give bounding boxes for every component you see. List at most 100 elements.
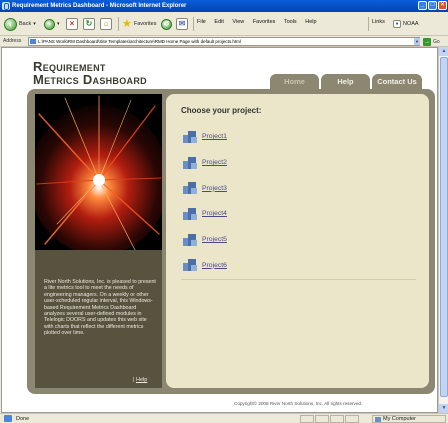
menu-favorites[interactable]: Favorites	[253, 19, 276, 25]
menu-help[interactable]: Help	[305, 19, 316, 25]
site-title-line2: Metrics Dashboard	[33, 72, 147, 87]
globe-icon: ●	[393, 20, 401, 28]
history-icon: ↺	[161, 18, 172, 30]
address-dropdown-button[interactable]: ▼	[414, 38, 420, 45]
toolbar-divider	[118, 17, 119, 31]
divider	[181, 279, 416, 280]
back-label: Back	[19, 21, 32, 27]
tab-home[interactable]: Home	[270, 74, 319, 89]
status-panes	[300, 415, 359, 423]
list-item: Project1	[183, 124, 227, 150]
window-controls: _ □ ×	[418, 1, 447, 10]
history-button[interactable]: ↺	[161, 16, 172, 32]
stop-button[interactable]: ×	[66, 16, 78, 32]
refresh-icon: ↻	[83, 18, 95, 30]
address-url: L:\PANS Work\RM Dashboard\Site Templates…	[38, 39, 241, 44]
forward-arrow-icon: ›	[44, 18, 55, 30]
list-item: Project6	[183, 252, 227, 278]
zone-label: My Computer	[383, 416, 417, 422]
left-column: River North Solutions, Inc. is pleased t…	[35, 94, 162, 388]
address-bar: Address L:\PANS Work\RM Dashboard\Site T…	[0, 36, 448, 47]
status-pane	[300, 415, 314, 423]
menu-view[interactable]: View	[232, 19, 244, 25]
project-link-2[interactable]: Project2	[202, 159, 227, 166]
site-nav-tabs: Home Help Contact Us	[270, 74, 422, 89]
project-icon	[183, 156, 197, 169]
menu-edit[interactable]: Edit	[214, 19, 223, 25]
status-pane	[315, 415, 329, 423]
home-icon: ⌂	[100, 18, 112, 30]
intro-text: River North Solutions, Inc. is pleased t…	[44, 279, 156, 337]
project-link-6[interactable]: Project6	[202, 262, 227, 269]
project-list: Project1 Project2 Project3 Project4 Proj…	[183, 124, 227, 278]
status-bar: Done My Computer	[0, 413, 448, 423]
list-item: Project2	[183, 150, 227, 176]
forward-button[interactable]: › ▾	[44, 16, 60, 32]
scrollbar-thumb[interactable]	[440, 57, 448, 397]
mail-button[interactable]: ✉	[176, 16, 188, 32]
project-icon	[183, 207, 197, 220]
project-link-1[interactable]: Project1	[202, 133, 227, 140]
noaa-link[interactable]: ● NOAA	[393, 16, 419, 32]
security-zone: My Computer	[372, 415, 446, 423]
status-pane	[330, 415, 344, 423]
project-icon	[183, 182, 197, 195]
menu-tools[interactable]: Tools	[284, 19, 297, 25]
project-icon	[183, 130, 197, 143]
list-item: Project5	[183, 227, 227, 253]
browser-toolbar: ‹ Back ▾ › ▾ × ↻ ⌂ ★ Favorites ↺ ✉ File …	[0, 12, 448, 36]
go-button[interactable]: → Go	[423, 37, 445, 46]
toolbar-divider	[193, 17, 194, 31]
address-label: Address	[3, 38, 22, 44]
left-help-link[interactable]: Help	[136, 377, 147, 383]
computer-icon	[375, 417, 381, 422]
page-done-icon	[4, 415, 12, 422]
home-button[interactable]: ⌂	[100, 16, 112, 32]
status-text: Done	[16, 416, 30, 422]
browser-window: Requirement Metrics Dashboard - Microsof…	[0, 0, 448, 423]
chevron-down-icon: ▾	[57, 21, 60, 27]
favorites-button[interactable]: ★ Favorites	[122, 16, 157, 32]
go-arrow-icon: →	[423, 37, 431, 46]
close-button[interactable]: ×	[438, 1, 447, 10]
site-title: Requirement Metrics Dashboard	[33, 60, 147, 86]
project-link-4[interactable]: Project4	[202, 210, 227, 217]
back-arrow-icon: ‹	[4, 17, 17, 31]
tab-help[interactable]: Help	[321, 74, 370, 89]
chevron-down-icon: ▾	[33, 21, 36, 27]
links-bar: Links	[372, 19, 392, 25]
favorites-label: Favorites	[133, 21, 157, 27]
vertical-scrollbar[interactable]: ▲ ▼	[438, 47, 448, 413]
internet-explorer-icon	[2, 2, 10, 10]
tab-contact-us[interactable]: Contact Us	[372, 74, 422, 89]
menu-bar: File Edit View Favorites Tools Help	[197, 19, 324, 25]
hero-image	[35, 94, 162, 250]
project-icon	[183, 233, 197, 246]
minimize-button[interactable]: _	[418, 1, 427, 10]
menu-file[interactable]: File	[197, 19, 206, 25]
stop-icon: ×	[66, 18, 78, 30]
separator-pipe: |	[133, 377, 135, 383]
left-help-link-group: | Help	[133, 377, 147, 383]
back-button[interactable]: ‹ Back ▾	[4, 16, 36, 32]
window-title: Requirement Metrics Dashboard - Microsof…	[12, 3, 187, 9]
project-link-5[interactable]: Project5	[202, 236, 227, 243]
address-input[interactable]: L:\PANS Work\RM Dashboard\Site Templates…	[28, 37, 420, 46]
toolbar-divider	[368, 17, 369, 31]
status-pane	[345, 415, 359, 423]
scroll-up-icon[interactable]: ▲	[439, 47, 448, 56]
go-label: Go	[433, 38, 440, 45]
page-icon	[30, 39, 36, 44]
title-bar: Requirement Metrics Dashboard - Microsof…	[0, 0, 448, 12]
project-link-3[interactable]: Project3	[202, 185, 227, 192]
star-icon: ★	[122, 18, 132, 30]
list-item: Project3	[183, 175, 227, 201]
page-viewport: Requirement Metrics Dashboard Home Help …	[1, 47, 438, 413]
project-panel: Choose your project: Project1 Project2 P…	[166, 94, 429, 388]
maximize-button[interactable]: □	[428, 1, 437, 10]
scroll-down-icon[interactable]: ▼	[439, 404, 448, 413]
copyright-text: Copyright© 2008 River North Solutions, I…	[234, 401, 363, 406]
links-label[interactable]: Links	[372, 19, 385, 25]
noaa-label: NOAA	[403, 21, 419, 27]
refresh-button[interactable]: ↻	[83, 16, 95, 32]
